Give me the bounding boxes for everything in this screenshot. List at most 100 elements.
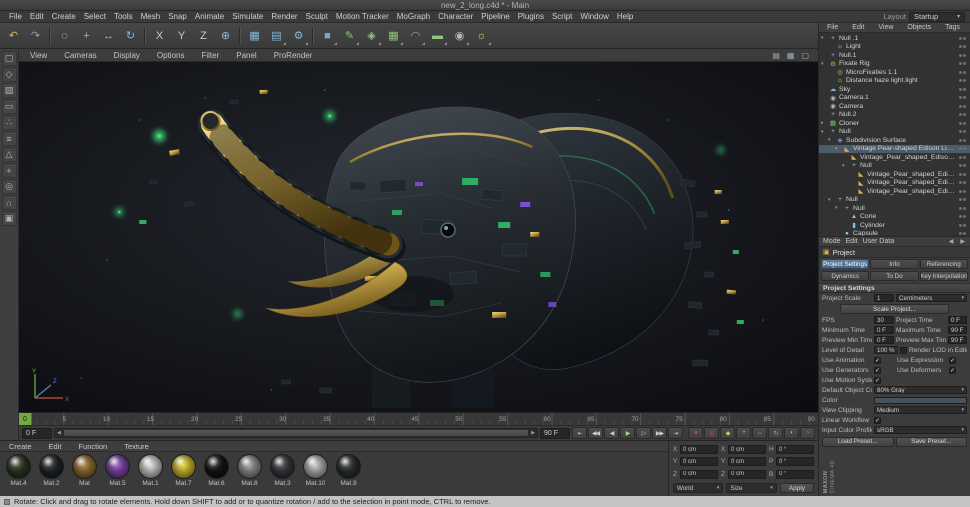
am-tab[interactable]: Dynamics xyxy=(821,271,869,281)
mode-toolbar-icon[interactable]: ≡ xyxy=(2,131,17,146)
app-menu-item[interactable]: Sculpt xyxy=(302,12,332,21)
transport-button[interactable]: ▷ xyxy=(636,427,651,439)
toolbar-icon[interactable] xyxy=(312,27,314,45)
toolbar-icon[interactable]: ◉ xyxy=(449,25,470,46)
object-tree-row[interactable]: ▾ ◣ Vintage Pear-shaped Edison Light Bul… xyxy=(819,145,970,154)
project-scale-input[interactable]: 1 xyxy=(874,294,894,302)
material-item[interactable]: Mat.7 xyxy=(168,454,199,487)
visibility-dots[interactable] xyxy=(959,224,968,227)
visibility-dots[interactable] xyxy=(959,207,968,210)
viewport-menu-item[interactable]: ProRender xyxy=(270,51,317,60)
mode-toolbar-icon[interactable]: △ xyxy=(2,147,17,162)
transport-button[interactable]: ◀ xyxy=(604,427,619,439)
expand-arrow-icon[interactable]: ▾ xyxy=(828,137,834,143)
material-item[interactable]: Mat.6 xyxy=(201,454,232,487)
toolbar-icon[interactable]: ▬ xyxy=(427,25,448,46)
mode-toolbar-icon[interactable]: ∩ xyxy=(2,195,17,210)
project-time-input[interactable]: 0 F xyxy=(948,316,967,324)
object-tree-row[interactable]: + Null.1 xyxy=(819,51,970,60)
material-preview-sphere[interactable] xyxy=(72,454,97,479)
use-expression-checkbox[interactable] xyxy=(949,357,956,364)
object-tree-row[interactable]: ◣ Vintage_Pear_shaped_Edison_Light_Bulb_… xyxy=(819,187,970,196)
viewport-menu-item[interactable]: View xyxy=(26,51,51,60)
coordinate-value-input[interactable]: 0 cm xyxy=(728,470,766,479)
visibility-dots[interactable] xyxy=(959,62,968,65)
minimum-time-input[interactable]: 0 F xyxy=(874,326,894,334)
toolbar-icon[interactable]: ✎ xyxy=(339,25,360,46)
use-animation-checkbox[interactable] xyxy=(874,357,881,364)
toolbar-icon[interactable]: ⊕ xyxy=(215,25,236,46)
toolbar-icon[interactable]: ▦ xyxy=(383,25,404,46)
use-motion-system-checkbox[interactable] xyxy=(874,377,881,384)
default-object-color-select[interactable]: 80% Gray xyxy=(874,386,967,394)
object-tree-row[interactable]: ◣ Vintage_Pear_shaped_Edison_Light_Bulb_… xyxy=(819,170,970,179)
timeline-playhead[interactable]: 0 xyxy=(19,413,32,425)
mode-toolbar-icon[interactable]: ▨ xyxy=(2,83,17,98)
layout-select[interactable]: Startup xyxy=(909,12,965,22)
timeline-ruler[interactable]: 051015202530354045505560657075808590 0 xyxy=(19,412,818,425)
viewport-menu-item[interactable]: Options xyxy=(153,51,189,60)
object-tree-row[interactable]: ▾ ⚙ Fixate Rig xyxy=(819,60,970,69)
preview-min-time-input[interactable]: 0 F xyxy=(874,336,894,344)
visibility-dots[interactable] xyxy=(959,113,968,116)
app-menu-item[interactable]: Motion Tracker xyxy=(332,12,393,21)
object-tree-row[interactable]: ▾ + Null xyxy=(819,128,970,137)
visibility-dots[interactable] xyxy=(959,37,968,40)
toolbar-icon[interactable]: ■ xyxy=(317,25,338,46)
app-menu-item[interactable]: MoGraph xyxy=(393,12,434,21)
toolbar-icon[interactable]: ◠ xyxy=(405,25,426,46)
app-menu-item[interactable]: Select xyxy=(80,12,110,21)
toolbar-icon[interactable]: ◌ xyxy=(54,25,75,46)
coordinate-value-input[interactable]: 0 ° xyxy=(776,470,814,479)
toolbar-icon[interactable] xyxy=(49,27,51,45)
viewport-menu-item[interactable]: Filter xyxy=(197,51,223,60)
visibility-dots[interactable] xyxy=(959,96,968,99)
material-item[interactable]: Mat xyxy=(69,454,100,487)
use-generators-checkbox[interactable] xyxy=(874,367,881,374)
visibility-dots[interactable] xyxy=(959,139,968,142)
coordinate-value-input[interactable]: 0 cm xyxy=(680,457,718,466)
expand-arrow-icon[interactable]: ▾ xyxy=(821,35,827,41)
visibility-dots[interactable] xyxy=(959,79,968,82)
material-item[interactable]: Mat.8 xyxy=(234,454,265,487)
record-button[interactable]: ● xyxy=(688,427,703,439)
visibility-dots[interactable] xyxy=(959,215,968,218)
material-item[interactable]: Mat.1 xyxy=(135,454,166,487)
size-mode-select[interactable]: Size xyxy=(726,483,776,493)
toolbar-icon[interactable]: Z xyxy=(193,25,214,46)
mode-toolbar-icon[interactable]: ∴ xyxy=(2,115,17,130)
object-tree-row[interactable]: ▾ + Null xyxy=(819,162,970,171)
object-tree-row[interactable]: ● Capsule xyxy=(819,230,970,238)
preview-max-time-input[interactable]: 90 F xyxy=(948,336,967,344)
toolbar-icon[interactable] xyxy=(144,27,146,45)
app-menu-item[interactable]: Pipeline xyxy=(477,12,513,21)
expand-arrow-icon[interactable]: ▾ xyxy=(835,146,841,152)
expand-arrow-icon[interactable]: ▾ xyxy=(821,61,827,67)
visibility-dots[interactable] xyxy=(959,122,968,125)
level-of-detail-select[interactable]: 100 % xyxy=(874,346,898,354)
record-button[interactable]: ↔ xyxy=(752,427,767,439)
visibility-dots[interactable] xyxy=(959,88,968,91)
visibility-dots[interactable] xyxy=(959,173,968,176)
mode-toolbar-icon[interactable]: ▣ xyxy=(2,211,17,226)
toolbar-icon[interactable]: ↷ xyxy=(25,25,46,46)
object-manager-menu-item[interactable]: Objects xyxy=(903,24,935,31)
object-tree-row[interactable]: ◣ Vintage_Pear_shaped_Edison_Light_Bulb_… xyxy=(819,179,970,188)
app-menu-item[interactable]: Plugins xyxy=(514,12,548,21)
app-menu-item[interactable]: Snap xyxy=(164,12,191,21)
visibility-dots[interactable] xyxy=(959,105,968,108)
object-tree-row[interactable]: ◉ Camera.1 xyxy=(819,94,970,103)
range-right-arrow-icon[interactable]: ▶ xyxy=(529,429,537,437)
toolbar-icon[interactable]: ▤ xyxy=(266,25,287,46)
toolbar-icon[interactable] xyxy=(239,27,241,45)
visibility-dots[interactable] xyxy=(959,181,968,184)
object-tree-row[interactable]: + Null.2 xyxy=(819,111,970,120)
end-frame-field[interactable]: 90 F xyxy=(540,428,570,439)
visibility-dots[interactable] xyxy=(959,190,968,193)
material-preview-sphere[interactable] xyxy=(303,454,328,479)
transport-button[interactable]: ▶▶ xyxy=(652,427,667,439)
mode-toolbar-icon[interactable]: ▭ xyxy=(2,99,17,114)
scale-project-button[interactable]: Scale Project... xyxy=(840,304,949,314)
current-frame-field[interactable]: 0 F xyxy=(22,428,52,439)
toolbar-icon[interactable]: ☼ xyxy=(471,25,492,46)
